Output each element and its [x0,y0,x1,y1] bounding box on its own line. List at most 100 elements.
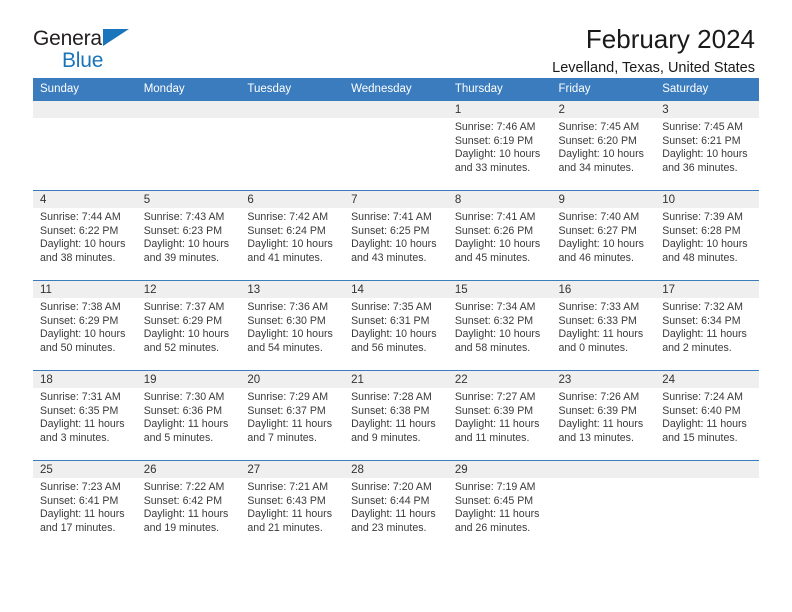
day-cell: 6 Sunrise: 7:42 AM Sunset: 6:24 PM Daylight… [240,191,345,280]
calendar-cell-day[interactable]: 20 Sunrise: 7:29 AM Sunset: 6:37 PM Dayligh… [240,370,345,461]
daylight-duration-line2: and 41 minutes. [247,251,323,264]
calendar-cell-empty [240,101,345,191]
day-cell: 15 Sunrise: 7:34 AM Sunset: 6:32 PM Dayligh… [447,281,552,370]
daylight-duration-line1: Daylight: 11 hours [40,508,125,521]
sunrise-time: Sunrise: 7:41 AM [351,211,432,223]
weekday-header-saturday: Saturday [655,78,759,101]
calendar-cell-day[interactable]: 21 Sunrise: 7:28 AM Sunset: 6:38 PM Dayligh… [344,370,448,461]
calendar-cell-day[interactable]: 23 Sunrise: 7:26 AM Sunset: 6:39 PM Dayligh… [551,370,656,461]
calendar-cell-day[interactable]: 9 Sunrise: 7:40 AM Sunset: 6:27 PM Daylight… [551,190,656,281]
day-cell: 28 Sunrise: 7:20 AM Sunset: 6:44 PM Dayligh… [344,461,448,550]
day-sun-info: Sunrise: 7:21 AM Sunset: 6:43 PM Daylight:… [240,478,344,535]
weekday-header-sunday: Sunday [33,78,137,101]
calendar-cell-empty [655,460,759,550]
day-number: 29 [447,461,552,478]
sunrise-time: Sunrise: 7:43 AM [143,211,225,223]
day-cell: 27 Sunrise: 7:21 AM Sunset: 6:43 PM Dayligh… [240,461,345,550]
day-number: 21 [344,371,448,388]
calendar-cell-day[interactable]: 5 Sunrise: 7:43 AM Sunset: 6:23 PM Daylight… [136,190,241,281]
day-cell [551,461,656,550]
sunset-time: Sunset: 6:35 PM [40,404,119,417]
day-number: 11 [33,281,137,298]
calendar-cell-day[interactable]: 24 Sunrise: 7:24 AM Sunset: 6:40 PM Dayligh… [655,370,759,461]
day-sun-info: Sunrise: 7:37 AM Sunset: 6:29 PM Daylight:… [137,298,241,355]
daylight-duration-line1: Daylight: 10 hours [558,238,644,251]
calendar-cell-empty [33,101,137,191]
calendar-cell-day[interactable]: 3 Sunrise: 7:45 AM Sunset: 6:21 PM Daylight… [655,101,759,191]
calendar-cell-day[interactable]: 10 Sunrise: 7:39 AM Sunset: 6:28 PM Dayligh… [655,190,759,281]
daylight-duration-line1: Daylight: 10 hours [143,328,230,341]
day-number: 9 [551,191,656,208]
day-cell: 22 Sunrise: 7:27 AM Sunset: 6:39 PM Dayligh… [447,371,552,460]
calendar-cell-day[interactable]: 26 Sunrise: 7:22 AM Sunset: 6:42 PM Dayligh… [136,460,241,550]
calendar-cell-day[interactable]: 16 Sunrise: 7:33 AM Sunset: 6:33 PM Dayligh… [551,280,656,371]
day-cell [655,461,759,550]
calendar-cell-day[interactable]: 22 Sunrise: 7:27 AM Sunset: 6:39 PM Dayligh… [447,370,552,461]
daylight-duration-line2: and 34 minutes. [558,161,634,174]
daylight-duration-line1: Daylight: 11 hours [247,508,333,521]
calendar-cell-day[interactable]: 2 Sunrise: 7:45 AM Sunset: 6:20 PM Daylight… [551,101,656,191]
daylight-duration-line2: and 48 minutes. [662,251,738,264]
sunrise-time: Sunrise: 7:27 AM [454,391,536,403]
calendar-cell-day[interactable]: 11 Sunrise: 7:38 AM Sunset: 6:29 PM Dayligh… [33,280,137,371]
calendar-cell-day[interactable]: 19 Sunrise: 7:30 AM Sunset: 6:36 PM Dayligh… [136,370,241,461]
calendar-cell-day[interactable]: 27 Sunrise: 7:21 AM Sunset: 6:43 PM Dayligh… [240,460,345,550]
sunrise-time: Sunrise: 7:19 AM [454,481,536,493]
calendar-cell-day[interactable]: 29 Sunrise: 7:19 AM Sunset: 6:45 PM Dayligh… [447,460,552,550]
sunrise-time: Sunrise: 7:44 AM [40,211,121,223]
general-blue-logo[interactable]: General Blue [33,26,145,74]
day-number [344,101,448,118]
daylight-duration-line1: Daylight: 10 hours [454,328,541,341]
calendar-body: 1 Sunrise: 7:46 AM Sunset: 6:19 PM Daylight… [33,101,759,550]
weekday-header-friday: Friday [551,78,656,101]
day-cell: 17 Sunrise: 7:32 AM Sunset: 6:34 PM Dayligh… [655,281,759,370]
calendar-cell-day[interactable]: 12 Sunrise: 7:37 AM Sunset: 6:29 PM Dayligh… [136,280,241,371]
daylight-duration-line1: Daylight: 10 hours [247,238,333,251]
sunrise-time: Sunrise: 7:36 AM [247,301,329,313]
day-cell: 23 Sunrise: 7:26 AM Sunset: 6:39 PM Dayligh… [551,371,656,460]
day-sun-info: Sunrise: 7:45 AM Sunset: 6:21 PM Daylight:… [655,118,759,175]
day-sun-info [33,118,137,121]
calendar-cell-day[interactable]: 6 Sunrise: 7:42 AM Sunset: 6:24 PM Daylight… [240,190,345,281]
daylight-duration-line1: Daylight: 11 hours [351,508,436,521]
calendar-cell-day[interactable]: 25 Sunrise: 7:23 AM Sunset: 6:41 PM Dayligh… [33,460,137,550]
day-sun-info: Sunrise: 7:43 AM Sunset: 6:23 PM Daylight:… [137,208,241,265]
daylight-duration-line2: and 19 minutes. [143,521,220,534]
daylight-duration-line1: Daylight: 10 hours [247,328,333,341]
calendar-cell-day[interactable]: 28 Sunrise: 7:20 AM Sunset: 6:44 PM Dayligh… [344,460,448,550]
sunset-time: Sunset: 6:31 PM [351,314,430,327]
day-cell: 26 Sunrise: 7:22 AM Sunset: 6:42 PM Dayligh… [136,461,241,550]
daylight-duration-line2: and 38 minutes. [40,251,116,264]
day-number: 1 [447,101,552,118]
day-sun-info: Sunrise: 7:41 AM Sunset: 6:26 PM Daylight:… [448,208,552,265]
day-sun-info: Sunrise: 7:35 AM Sunset: 6:31 PM Daylight:… [344,298,448,355]
daylight-duration-line2: and 5 minutes. [143,431,214,444]
calendar-cell-day[interactable]: 15 Sunrise: 7:34 AM Sunset: 6:32 PM Dayligh… [447,280,552,371]
daylight-duration-line1: Daylight: 11 hours [662,328,747,341]
calendar-cell-day[interactable]: 7 Sunrise: 7:41 AM Sunset: 6:25 PM Daylight… [344,190,448,281]
sunrise-time: Sunrise: 7:26 AM [558,391,640,403]
day-sun-info [240,118,344,121]
calendar-week-row: 11 Sunrise: 7:38 AM Sunset: 6:29 PM Dayligh… [33,280,759,371]
calendar-cell-day[interactable]: 14 Sunrise: 7:35 AM Sunset: 6:31 PM Dayligh… [344,280,448,371]
logo-text-general: General [33,27,107,50]
sunrise-time: Sunrise: 7:39 AM [662,211,743,223]
day-number: 18 [33,371,137,388]
sunset-time: Sunset: 6:39 PM [454,404,534,417]
day-sun-info: Sunrise: 7:22 AM Sunset: 6:42 PM Daylight:… [137,478,241,535]
calendar-cell-day[interactable]: 17 Sunrise: 7:32 AM Sunset: 6:34 PM Dayligh… [655,280,759,371]
calendar-cell-day[interactable]: 13 Sunrise: 7:36 AM Sunset: 6:30 PM Dayligh… [240,280,345,371]
calendar-cell-day[interactable]: 18 Sunrise: 7:31 AM Sunset: 6:35 PM Dayligh… [33,370,137,461]
daylight-duration-line2: and 54 minutes. [247,341,323,354]
sunrise-time: Sunrise: 7:46 AM [454,121,536,133]
calendar-cell-day[interactable]: 4 Sunrise: 7:44 AM Sunset: 6:22 PM Daylight… [33,190,137,281]
calendar-cell-day[interactable]: 8 Sunrise: 7:41 AM Sunset: 6:26 PM Daylight… [447,190,552,281]
day-sun-info: Sunrise: 7:44 AM Sunset: 6:22 PM Daylight:… [33,208,137,265]
calendar-header-row: Sunday Monday Tuesday Wednesday Thursday… [33,78,759,101]
day-sun-info: Sunrise: 7:29 AM Sunset: 6:37 PM Daylight:… [240,388,344,445]
day-number: 17 [655,281,759,298]
sunset-time: Sunset: 6:44 PM [351,494,430,507]
sunset-time: Sunset: 6:30 PM [247,314,326,327]
calendar-cell-day[interactable]: 1 Sunrise: 7:46 AM Sunset: 6:19 PM Daylight… [447,101,552,191]
day-number: 3 [655,101,759,118]
